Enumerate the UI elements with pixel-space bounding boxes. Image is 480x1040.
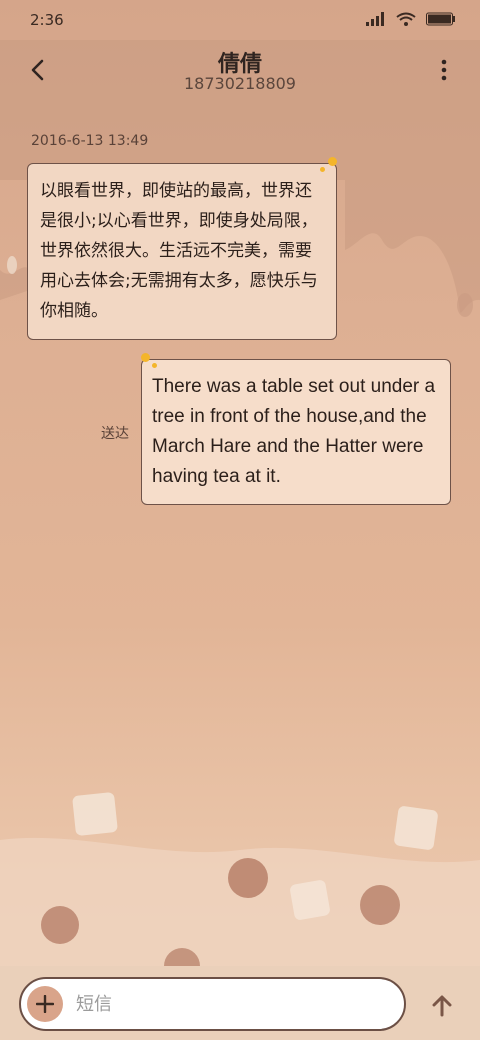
outgoing-message-bubble[interactable]: There was a table set out under a tree i… bbox=[141, 359, 451, 505]
outgoing-message-text: There was a table set out under a tree i… bbox=[152, 376, 436, 487]
incoming-message-bubble[interactable]: 以眼看世界，即使站的最高，世界还是很小;以心看世界，即使身处局限，世界依然很大。… bbox=[27, 163, 337, 340]
plus-icon bbox=[36, 995, 54, 1013]
message-composer bbox=[0, 966, 480, 1040]
message-input[interactable] bbox=[76, 979, 376, 1029]
send-arrow-icon bbox=[432, 995, 452, 1017]
conversation-header: 倩倩 18730218809 bbox=[0, 40, 480, 104]
incoming-message-text: 以眼看世界，即使站的最高，世界还是很小;以心看世界，即使身处局限，世界依然很大。… bbox=[40, 181, 318, 321]
battery-icon bbox=[426, 12, 455, 26]
status-bar: 2:36 bbox=[0, 0, 480, 40]
bubble-spark-icon bbox=[328, 157, 337, 166]
wifi-icon bbox=[396, 12, 416, 26]
status-icons bbox=[366, 12, 456, 26]
message-timestamp: 2016-6-13 13:49 bbox=[31, 133, 149, 149]
message-input-container bbox=[19, 977, 406, 1031]
chat-wallpaper bbox=[0, 0, 480, 1040]
send-button[interactable] bbox=[426, 990, 458, 1022]
more-options-button[interactable] bbox=[428, 54, 460, 86]
delivery-status: 送达 bbox=[101, 426, 129, 442]
contact-number: 18730218809 bbox=[184, 74, 296, 93]
wallpaper-art bbox=[0, 40, 480, 1040]
status-time: 2:36 bbox=[30, 11, 64, 29]
signal-icon bbox=[366, 12, 384, 26]
bubble-spark-icon bbox=[141, 353, 150, 362]
attach-button[interactable] bbox=[27, 986, 63, 1022]
more-vertical-icon bbox=[441, 59, 447, 81]
bubble-spark-icon bbox=[320, 167, 325, 172]
bubble-spark-icon bbox=[152, 363, 157, 368]
